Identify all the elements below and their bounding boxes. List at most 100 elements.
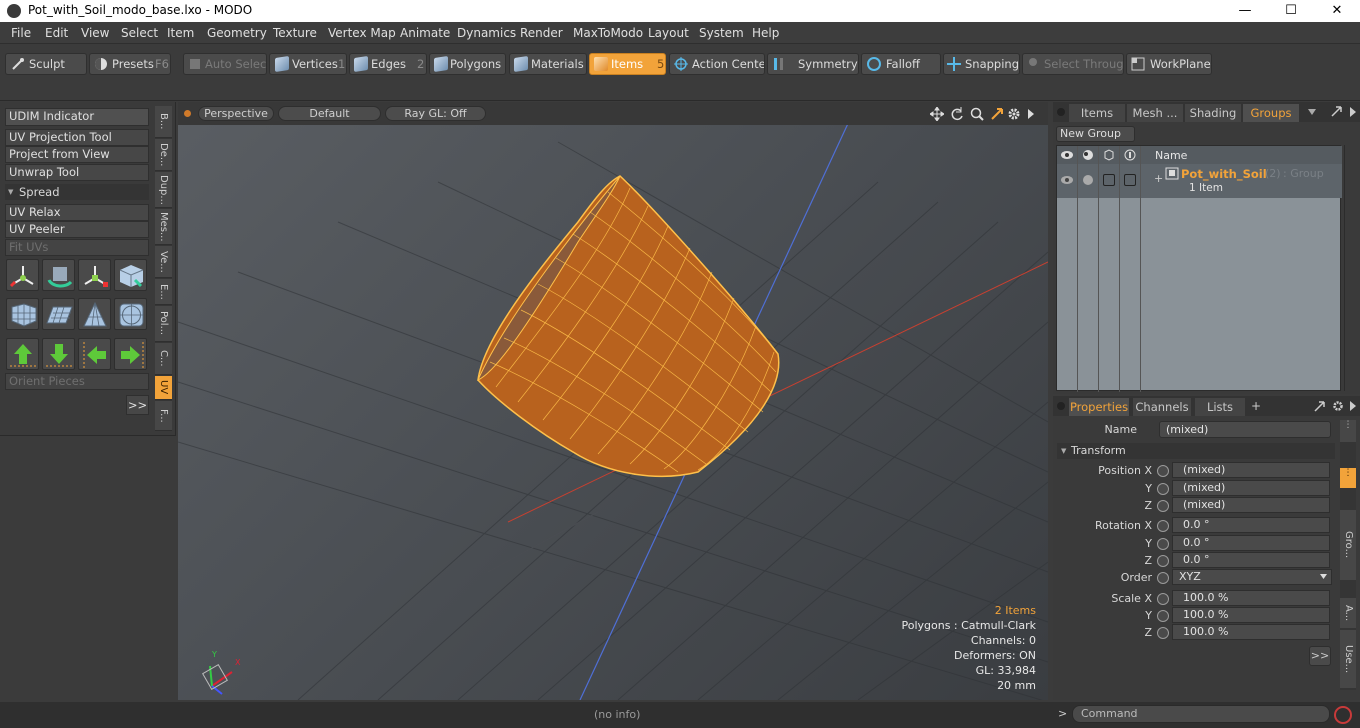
rotation-x-field[interactable]: 0.0 ° (1157, 517, 1330, 533)
menu-item[interactable]: Item (167, 26, 194, 40)
expand-arrow-icon[interactable] (1026, 108, 1036, 120)
materials-mode-button[interactable]: Materials (509, 53, 587, 75)
uv-relax-button[interactable]: UV Relax (5, 204, 149, 221)
menu-dynamics[interactable]: Dynamics (457, 26, 516, 40)
add-tab-button[interactable]: + (1251, 399, 1261, 413)
uv-grid-button[interactable] (42, 298, 75, 330)
visibility-eye-icon[interactable] (1060, 149, 1074, 161)
rotation-y-field[interactable]: 0.0 ° (1157, 535, 1330, 551)
tab-shading[interactable]: Shading (1185, 104, 1241, 122)
zoom-icon[interactable] (970, 107, 984, 121)
falloff-button[interactable]: Falloff (861, 53, 941, 75)
menu-select[interactable]: Select (121, 26, 158, 40)
fit-uvs-button[interactable]: Fit UVs (5, 239, 149, 256)
uv-peeler-button[interactable]: UV Peeler (5, 221, 149, 238)
groups-scrollbar[interactable] (1344, 145, 1358, 391)
tab-vertex[interactable]: Ve... (155, 246, 172, 278)
snapping-button[interactable]: Snapping (943, 53, 1020, 75)
fit-view-icon[interactable] (990, 107, 1004, 121)
record-button[interactable] (1334, 706, 1352, 724)
tab-curve[interactable]: C... (155, 343, 172, 375)
action-center-button[interactable]: Action Center (669, 53, 765, 75)
tab-channels[interactable]: Channels (1133, 398, 1191, 416)
gear-icon[interactable] (1007, 107, 1021, 121)
more-properties-button[interactable]: >> (1309, 646, 1331, 666)
order-dropdown[interactable]: XYZ (1157, 569, 1332, 585)
move-down-button[interactable] (42, 338, 75, 370)
more-tools-button[interactable]: >> (126, 395, 149, 415)
select-through-button[interactable]: Select Through (1022, 53, 1124, 75)
chevron-down-icon[interactable] (1319, 573, 1328, 580)
rotation-z-field[interactable]: 0.0 ° (1157, 552, 1330, 568)
scale-y-field[interactable]: 100.0 % (1157, 607, 1330, 623)
tab-groups[interactable]: Groups (1243, 104, 1299, 122)
side-tab-user[interactable]: Use... (1340, 630, 1356, 688)
gear-icon[interactable] (1332, 400, 1344, 412)
menu-help[interactable]: Help (752, 26, 779, 40)
row-select-checkbox[interactable] (1124, 174, 1136, 186)
name-field[interactable]: (mixed) (1159, 421, 1331, 438)
workplane-button[interactable]: WorkPlane (1126, 53, 1212, 75)
3d-viewport[interactable]: Perspective Default Ray GL: Off 2 Items … (178, 102, 1048, 700)
uv-pyramid-button[interactable] (78, 298, 111, 330)
menu-texture[interactable]: Texture (273, 26, 317, 40)
menu-render[interactable]: Render (520, 26, 563, 40)
maximize-button[interactable]: ☐ (1268, 0, 1314, 22)
uv-transform-tool-button[interactable] (6, 259, 39, 291)
minimize-button[interactable]: — (1222, 0, 1268, 22)
side-tab-a[interactable]: A... (1340, 598, 1356, 628)
select-icon[interactable] (1123, 149, 1137, 161)
close-button[interactable]: ✕ (1314, 0, 1360, 22)
menu-view[interactable]: View (81, 26, 109, 40)
group-row-pot-with-soil[interactable]: + Pot_with_Soil (2) : Group 1 Item (1057, 164, 1342, 198)
transform-section-header[interactable]: Transform (1057, 443, 1335, 459)
uv-projection-tool-button[interactable]: UV Projection Tool (5, 129, 149, 146)
tab-polygon[interactable]: Pol... (155, 306, 172, 342)
collapse-icon[interactable]: ▼ (1061, 443, 1066, 459)
udim-indicator-button[interactable]: UDIM Indicator (5, 108, 149, 126)
expand-plus-icon[interactable]: + (1154, 172, 1163, 185)
tab-properties[interactable]: Properties (1069, 398, 1129, 416)
row-lock-checkbox[interactable] (1103, 174, 1115, 186)
pan-icon[interactable] (930, 107, 944, 121)
uv-push-tool-button[interactable] (114, 259, 147, 291)
tab-menu-icon[interactable] (1307, 108, 1317, 116)
side-tab-dots[interactable]: ⋮ (1340, 420, 1356, 442)
uv-unwrap-mesh-button[interactable] (6, 298, 39, 330)
menu-file[interactable]: File (11, 26, 31, 40)
raygl-toggle[interactable]: Ray GL: Off (385, 106, 486, 121)
lock-cube-icon[interactable] (1102, 149, 1116, 161)
maximize-panel-icon[interactable] (1330, 105, 1343, 118)
menu-geometry[interactable]: Geometry (207, 26, 267, 40)
tab-mesh[interactable]: Mesh ... (1127, 104, 1183, 122)
auto-select-button[interactable]: Auto Select (183, 53, 267, 75)
scale-z-field[interactable]: 100.0 % (1157, 624, 1330, 640)
presets-button[interactable]: Presets F6 (89, 53, 171, 75)
perspective-dropdown[interactable]: Perspective (198, 106, 274, 121)
spread-section-header[interactable]: Spread (5, 184, 149, 200)
render-icon[interactable] (1081, 149, 1095, 161)
row-eye-icon[interactable] (1060, 174, 1074, 186)
menu-maxtomodo[interactable]: MaxToModo (573, 26, 643, 40)
polygons-mode-button[interactable]: Polygons (429, 53, 506, 75)
menu-system[interactable]: System (699, 26, 744, 40)
tab-fusion[interactable]: F... (155, 401, 172, 431)
panel-arrow-icon[interactable] (1349, 106, 1357, 118)
move-left-button[interactable] (78, 338, 111, 370)
panel-arrow-icon[interactable] (1349, 400, 1357, 412)
tab-mesh-edit[interactable]: Mes... (155, 209, 172, 245)
tab-items[interactable]: Items (1069, 104, 1125, 122)
edges-mode-button[interactable]: Edges 2 (349, 53, 427, 75)
vertices-mode-button[interactable]: Vertices 1 (269, 53, 347, 75)
side-tab-active[interactable]: ⋮ (1340, 468, 1356, 488)
orbit-icon[interactable] (950, 107, 964, 121)
menu-vertex-map[interactable]: Vertex Map (328, 26, 396, 40)
symmetry-button[interactable]: Symmetry (767, 53, 859, 75)
uv-rotate-tool-button[interactable] (42, 259, 75, 291)
move-right-button[interactable] (114, 338, 147, 370)
tab-deform[interactable]: De... (155, 139, 172, 171)
maximize-panel-icon[interactable] (1313, 400, 1326, 413)
tab-edge[interactable]: E... (155, 279, 172, 305)
position-z-field[interactable]: (mixed) (1157, 497, 1330, 513)
shading-dropdown[interactable]: Default (278, 106, 381, 121)
